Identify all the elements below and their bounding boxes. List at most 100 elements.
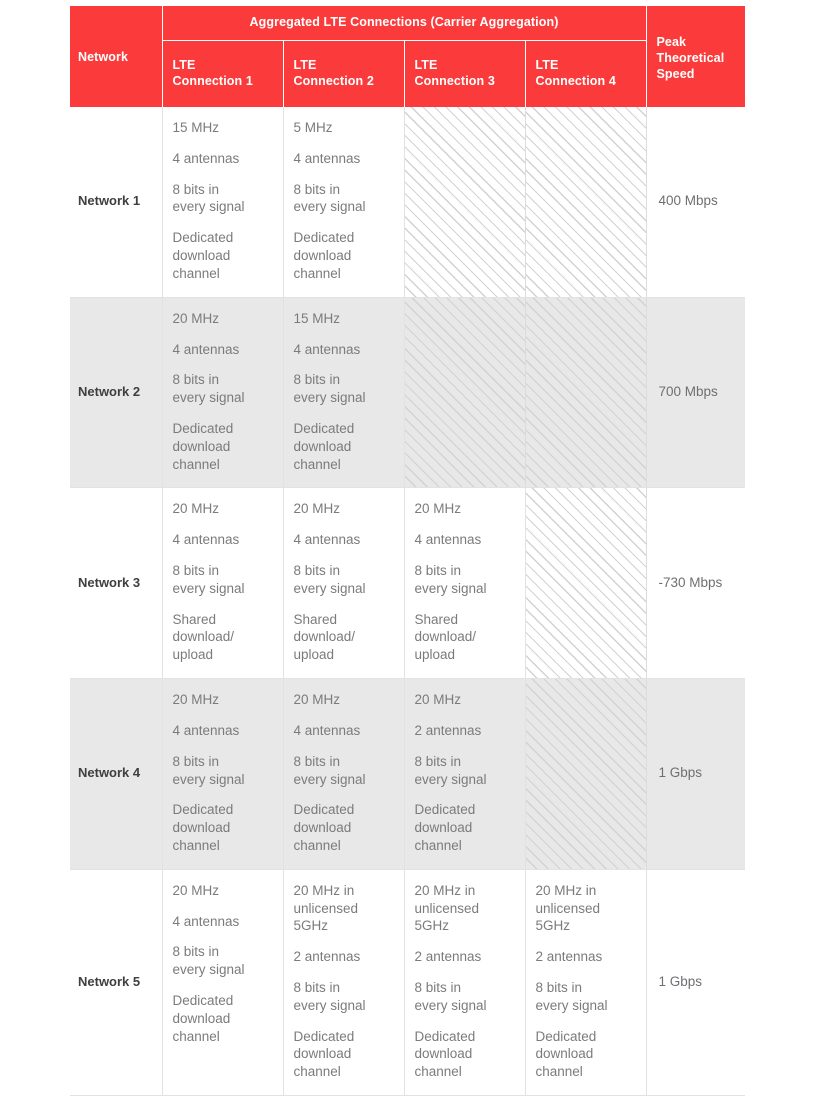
antennas-block: 2 antennas [414,949,482,965]
channel-line-2: download [172,248,231,264]
channel-line-1: Dedicated [172,230,234,246]
table-body: Network 1 15 MHz 4 antennas 8 bits in every … [70,107,745,1096]
bits-block: 8 bits in every signal [173,753,273,789]
bits-block: 8 bits in every signal [415,562,515,598]
channel-line-3: channel [293,456,341,472]
channel-line-1: Dedicated [293,230,355,246]
header-lte-connection-4: LTE Connection 4 [525,40,646,107]
bits-block: 8 bits in every signal [173,371,273,407]
channel-line-3: channel [535,1064,583,1080]
header-lte-4-line-2: Connection 4 [535,74,616,88]
channel-line-2: download [535,1046,594,1062]
antennas-block: 4 antennas [414,532,482,548]
header-lte-3-line-1: LTE [414,58,438,72]
channel-block: Shared download/upload [294,611,394,664]
channel-block: Dedicated download channel [173,801,273,854]
header-lte-connection-1: LTE Connection 1 [162,40,284,107]
header-peak-line-2: Theoretical [656,50,725,65]
channel-line-3: upload [293,647,335,663]
channel-block: Dedicated download channel [415,1028,515,1081]
channel-block: Dedicated download channel [415,801,515,854]
channel-block: Dedicated download channel [173,420,273,473]
table-row: Network 3 20 MHz 4 antennas 8 bits in every … [70,487,745,680]
header-row-subcolumns: LTE Connection 1 LTE Connection 2 LTE Co… [70,40,745,107]
table-row: Network 5 20 MHz 4 antennas 8 bits in every … [70,869,745,1096]
header-aggregated-lte-connections: Aggregated LTE Connections (Carrier Aggr… [162,6,646,41]
bits-line-2: every signal [293,199,366,215]
bandwidth-block: 20 MHz [294,691,394,709]
bits-block: 8 bits in every signal [294,181,394,217]
channel-block: Shared download/upload [415,611,515,664]
empty-connection-cell [525,678,647,870]
table-row: Network 1 15 MHz 4 antennas 8 bits in every … [70,107,745,298]
bits-line-1: 8 bits in [414,563,462,578]
channel-line-1: Dedicated [172,802,234,818]
bits-block: 8 bits in every signal [173,562,273,598]
bandwidth-block: 15 MHz [173,119,273,137]
antennas-block: 2 antennas [535,949,603,965]
antennas-block: 4 antennas [293,341,361,357]
channel-line-1: Shared [414,611,459,627]
channel-line-3: upload [172,647,214,663]
bits-line-2: every signal [172,962,245,978]
channel-block: Dedicated download channel [294,229,394,282]
header-network: Network [70,6,163,107]
antennas-block: 4 antennas [172,150,240,166]
channel-line-3: channel [172,265,220,281]
bandwidth-value: 20 MHz [172,501,220,517]
channel-block: Dedicated download channel [173,992,273,1045]
antennas-block: 4 antennas [172,913,240,929]
bits-line-2: every signal [172,771,245,787]
bandwidth-line-2: unlicensed [535,900,601,916]
channel-line-2: download [172,1010,231,1026]
empty-connection-cell [404,107,526,298]
header-lte-connection-2: LTE Connection 2 [283,40,405,107]
bits-line-1: 8 bits in [293,563,341,578]
table-header: Network Aggregated LTE Connections (Carr… [70,6,745,107]
channel-line-3: channel [172,456,220,472]
table-row: Network 4 20 MHz 4 antennas 8 bits in every … [70,678,745,870]
channel-line-1: Dedicated [535,1028,597,1044]
header-peak-line-1: Peak [656,34,687,49]
bits-line-2: every signal [172,390,245,406]
bits-line-1: 8 bits in [172,944,220,960]
channel-line-2: download [172,820,231,836]
bandwidth-value: 5 MHz [293,120,333,135]
connection-cell: 20 MHz 2 antennas 8 bits in every signal Ded… [404,678,526,870]
header-lte-connection-3: LTE Connection 3 [404,40,526,107]
connection-cell: 15 MHz 4 antennas 8 bits in every signal Ded… [283,297,405,489]
lte-comparison-table: Network Aggregated LTE Connections (Carr… [70,6,745,1096]
channel-line-2: download [414,1046,473,1062]
header-lte-1-line-1: LTE [172,58,196,72]
bits-line-2: every signal [293,771,366,787]
bits-block: 8 bits in every signal [294,371,394,407]
header-peak-theoretical-speed: Peak Theoretical Speed [645,6,745,107]
bits-line-2: every signal [414,580,487,596]
bits-block: 8 bits in every signal [294,979,394,1015]
bits-line-1: 8 bits in [293,372,341,388]
bandwidth-block: 20 MHz in unlicensed 5GHz [294,882,394,935]
network-name-cell: Network 3 [70,487,163,680]
header-lte-3-line-2: Connection 3 [414,74,495,88]
network-name-cell: Network 5 [70,869,163,1096]
connection-cell: 20 MHz in unlicensed 5GHz 2 antennas 8 bits … [283,869,405,1096]
bandwidth-line-2: unlicensed [293,900,359,916]
bandwidth-line-3: 5GHz [535,918,571,934]
bits-line-1: 8 bits in [414,980,462,995]
connection-cell: 20 MHz in unlicensed 5GHz 2 antennas 8 bits … [404,869,526,1096]
bandwidth-block: 20 MHz [173,500,273,518]
channel-line-2: download [414,820,473,836]
antennas-block: 4 antennas [172,532,240,548]
connection-cell: 20 MHz 4 antennas 8 bits in every signal Sha… [404,487,526,680]
channel-line-3: channel [293,837,341,853]
channel-block: Dedicated download channel [294,1028,394,1081]
bandwidth-line-1: 20 MHz in [293,882,355,898]
antennas-block: 4 antennas [293,532,361,548]
channel-line-2: download [293,438,352,454]
connection-cell: 20 MHz in unlicensed 5GHz 2 antennas 8 bits … [525,869,647,1096]
channel-line-1: Dedicated [414,802,476,818]
channel-line-1: Dedicated [293,802,355,818]
bandwidth-value: 20 MHz [293,501,341,517]
bandwidth-block: 20 MHz [415,691,515,709]
header-lte-2-line-2: Connection 2 [293,74,374,88]
